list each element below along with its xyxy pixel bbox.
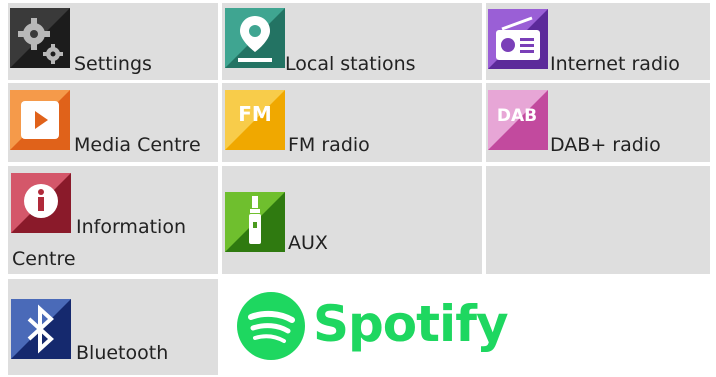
svg-text:DAB: DAB	[497, 106, 537, 126]
local-stations-tile[interactable]: Local stations	[222, 3, 482, 80]
spotify-tile[interactable]: Spotify ®	[233, 285, 509, 365]
fm-icon: FM	[225, 90, 285, 150]
registered-mark-icon: ®	[461, 315, 471, 326]
local-stations-label: Local stations	[285, 53, 416, 75]
jack-plug-icon	[225, 192, 285, 252]
settings-gears-icon	[10, 8, 70, 68]
bluetooth-tile[interactable]: Bluetooth	[8, 279, 218, 375]
information-centre-tile[interactable]: Information Centre	[8, 166, 218, 274]
internet-radio-label: Internet radio	[550, 53, 680, 75]
internet-radio-tile[interactable]: Internet radio	[486, 3, 710, 80]
aux-tile[interactable]: AUX	[222, 166, 482, 274]
settings-tile[interactable]: Settings	[8, 3, 218, 80]
fm-radio-tile[interactable]: FM FM radio	[222, 83, 482, 162]
information-centre-label-line1: Information	[76, 216, 186, 238]
media-centre-label: Media Centre	[74, 134, 201, 156]
radio-icon	[488, 9, 548, 69]
spotify-logo-icon	[236, 291, 306, 361]
media-centre-tile[interactable]: Media Centre	[8, 83, 218, 162]
menu-grid: Settings Local stations Internet radio M…	[0, 0, 716, 377]
svg-text:FM: FM	[238, 102, 272, 126]
settings-label: Settings	[74, 53, 152, 75]
dab-icon: DAB	[488, 90, 548, 150]
info-icon	[11, 173, 71, 233]
dab-radio-tile[interactable]: DAB DAB+ radio	[486, 83, 710, 162]
empty-tile	[486, 166, 710, 274]
fm-radio-label: FM radio	[288, 134, 370, 156]
information-centre-label-line2: Centre	[12, 248, 76, 270]
aux-label: AUX	[288, 232, 328, 254]
bluetooth-icon	[11, 299, 71, 359]
play-icon	[10, 90, 70, 150]
dab-radio-label: DAB+ radio	[550, 134, 661, 156]
map-pin-icon	[225, 8, 285, 68]
spotify-wordmark: Spotify	[313, 295, 509, 353]
bluetooth-label: Bluetooth	[76, 342, 169, 364]
